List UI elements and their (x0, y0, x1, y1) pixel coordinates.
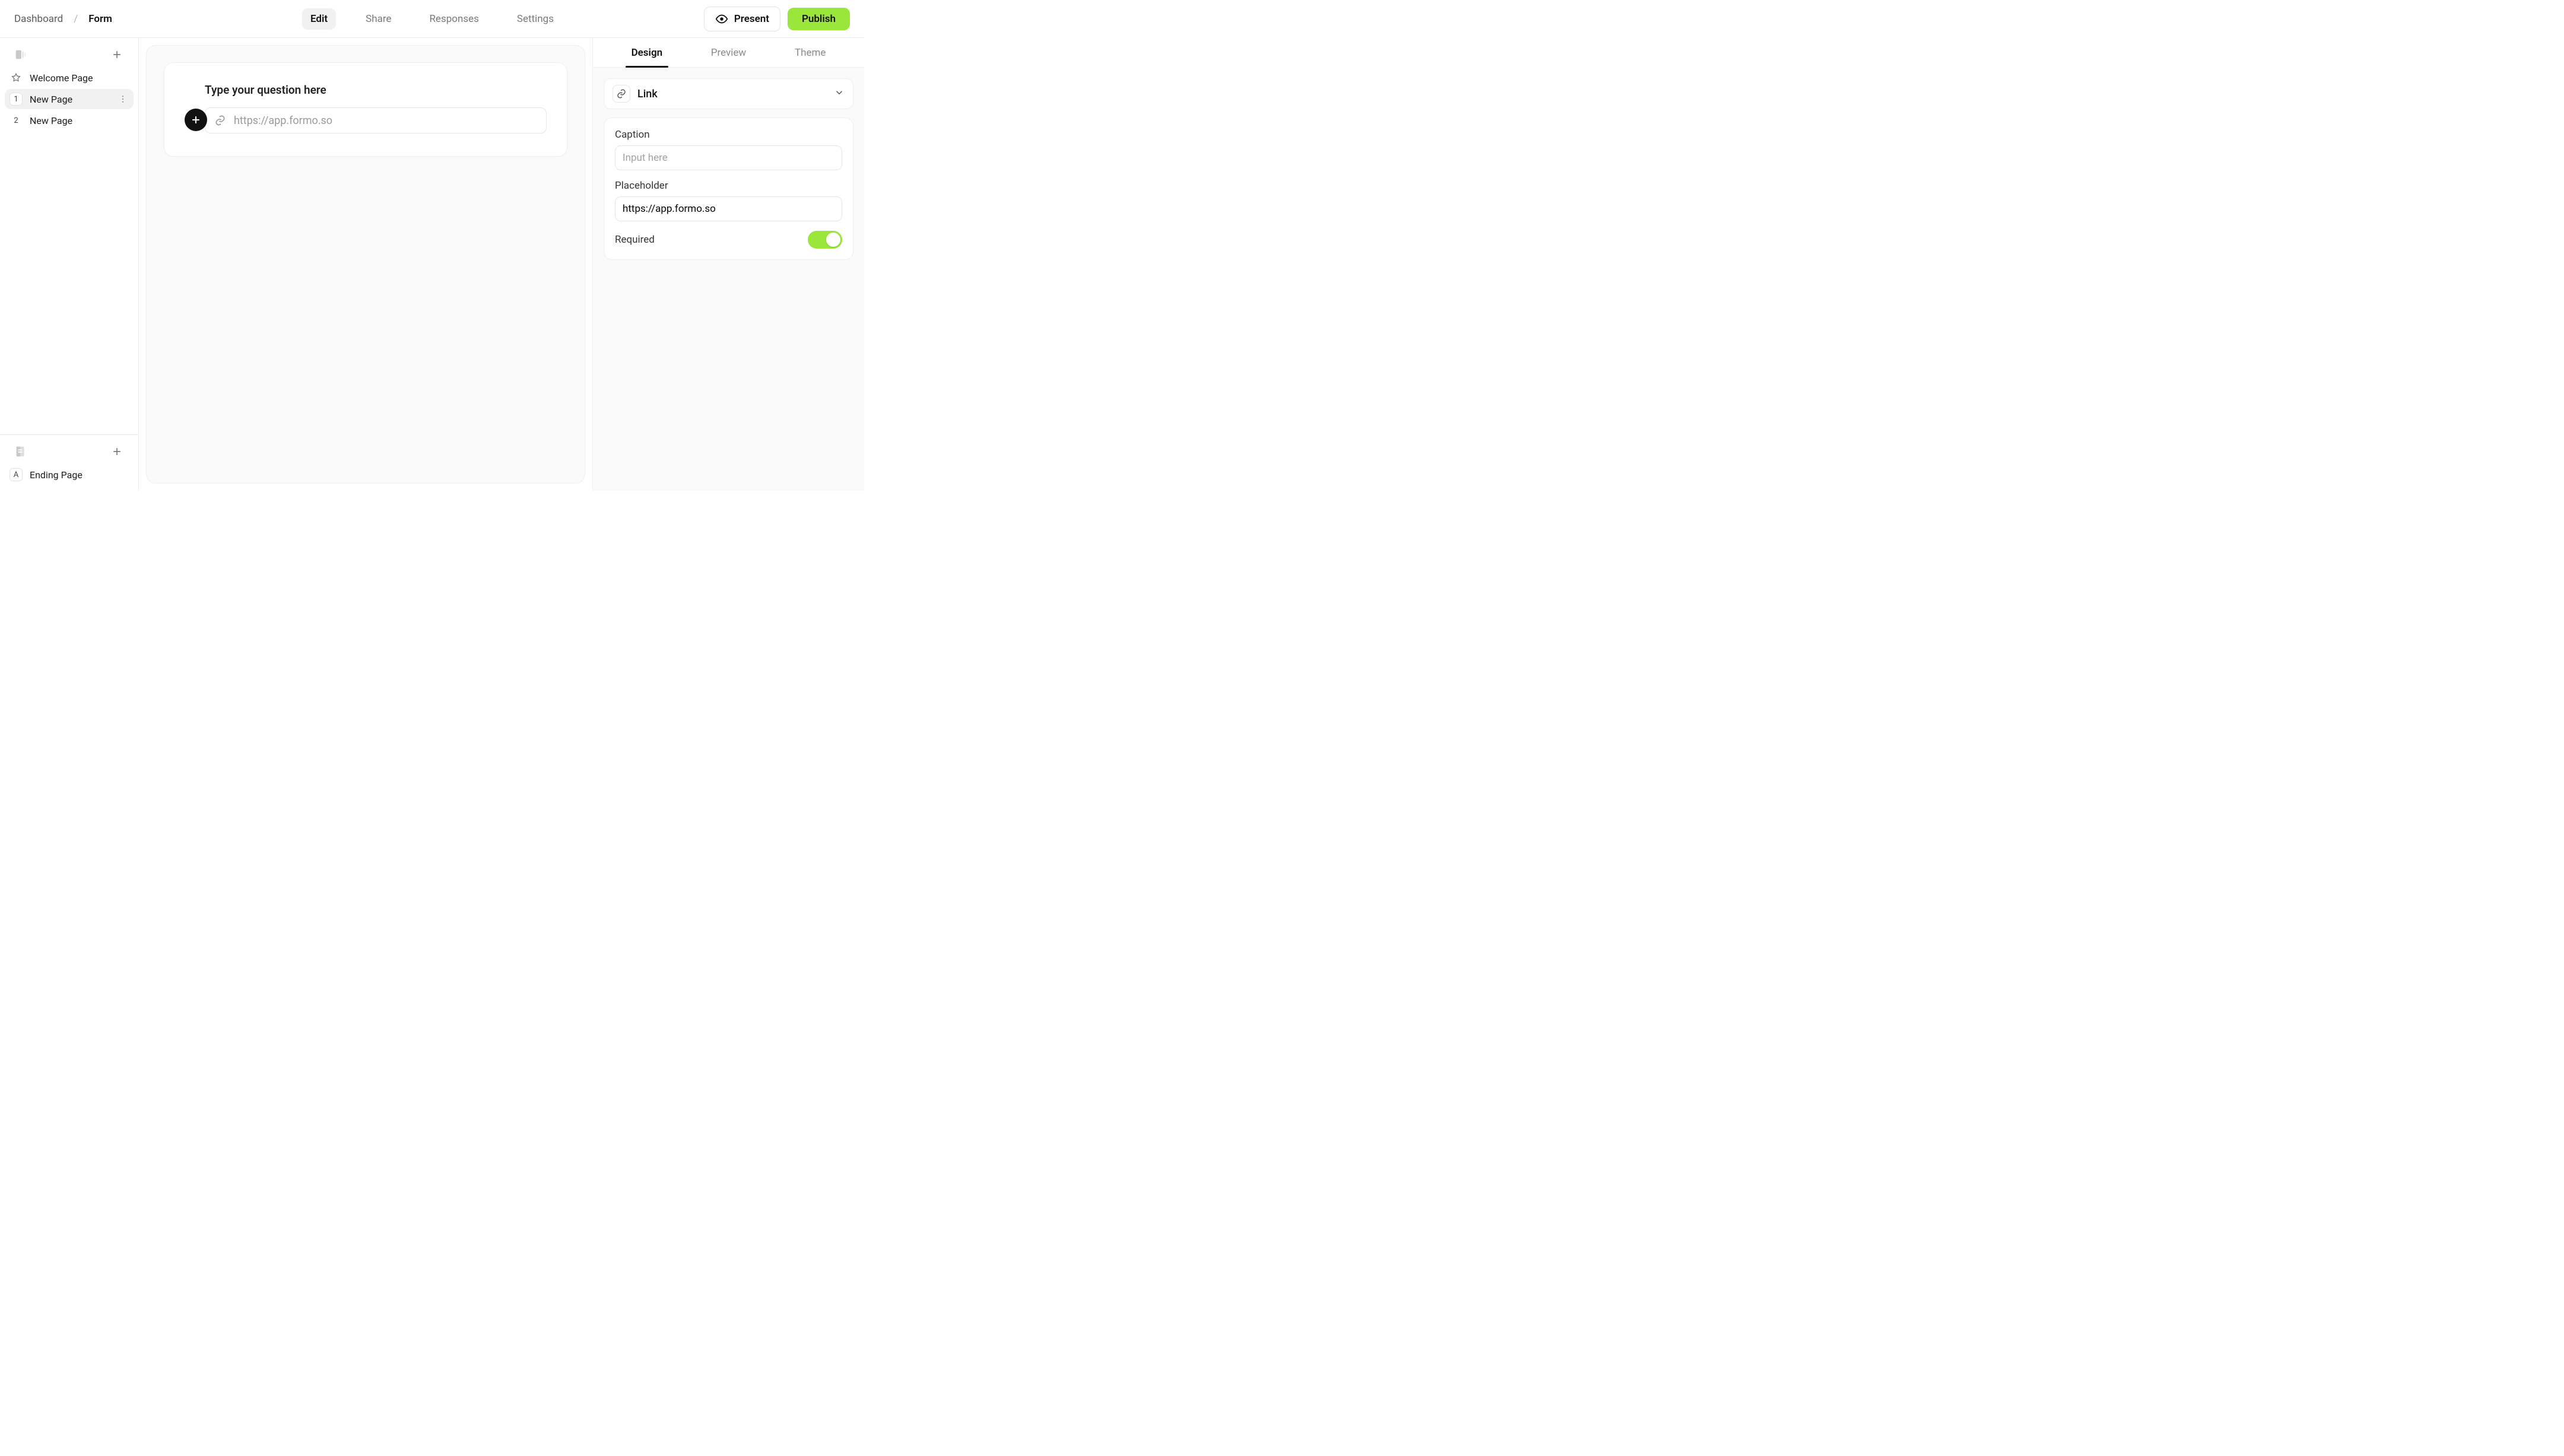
tab-theme[interactable]: Theme (769, 38, 851, 67)
question-card[interactable]: Type your question here https://app.form… (164, 62, 567, 157)
canvas: Type your question here https://app.form… (146, 45, 585, 484)
right-tabs: Design Preview Theme (593, 38, 864, 68)
sidebar-item-label: Ending Page (30, 469, 82, 481)
sidebar-endings-section: A Ending Page (0, 435, 138, 491)
sidebar-item-page-2[interactable]: 2 New Page (5, 110, 134, 131)
canvas-wrap: Type your question here https://app.form… (139, 38, 592, 491)
design-settings-card: Caption Placeholder Required (604, 117, 853, 260)
placeholder-input[interactable] (615, 196, 842, 221)
page-index-badge: 2 (9, 114, 23, 127)
link-icon (214, 114, 227, 127)
breadcrumb-separator: / (74, 13, 78, 25)
pages-section-icon (14, 48, 27, 61)
page-index-badge: A (9, 468, 23, 481)
link-answer-input[interactable]: https://app.formo.so (205, 107, 547, 133)
header-tabs: Edit Share Responses Settings (302, 8, 562, 30)
tab-responses[interactable]: Responses (421, 8, 487, 30)
top-actions: Present Publish (704, 7, 850, 31)
right-body: Link Caption Placeholder Required (593, 68, 864, 491)
tab-edit[interactable]: Edit (302, 8, 336, 30)
caption-label: Caption (615, 129, 842, 141)
sidebar-item-label: Welcome Page (30, 72, 93, 84)
right-panel: Design Preview Theme Link (592, 38, 864, 491)
caption-row: Caption (615, 129, 842, 170)
required-toggle[interactable] (808, 231, 842, 249)
page-more-button[interactable] (117, 93, 129, 105)
breadcrumb: Dashboard / Form (14, 13, 112, 25)
tab-preview[interactable]: Preview (688, 38, 770, 67)
pages-section-head (5, 42, 134, 65)
tab-design[interactable]: Design (606, 38, 688, 67)
publish-label: Publish (802, 13, 836, 25)
present-button[interactable]: Present (704, 7, 780, 31)
tab-settings[interactable]: Settings (509, 8, 562, 30)
chevron-down-icon (834, 87, 845, 100)
placeholder-row: Placeholder (615, 180, 842, 221)
sidebar-item-welcome[interactable]: Welcome Page (5, 68, 134, 88)
toggle-knob (826, 233, 840, 247)
breadcrumb-dashboard[interactable]: Dashboard (14, 13, 63, 25)
placeholder-label: Placeholder (615, 180, 842, 192)
ending-section-icon (14, 445, 27, 458)
link-icon (613, 85, 630, 103)
required-row: Required (615, 231, 842, 249)
sidebar-item-label: New Page (30, 94, 72, 105)
caption-input[interactable] (615, 145, 842, 170)
add-question-button[interactable] (185, 109, 207, 131)
present-label: Present (734, 13, 769, 25)
sidebar-item-label: New Page (30, 115, 72, 126)
publish-button[interactable]: Publish (788, 8, 850, 30)
question-prompt[interactable]: Type your question here (185, 83, 547, 97)
star-icon (9, 71, 23, 84)
sidebar-pages-section: Welcome Page 1 New Page 2 New Pag (0, 38, 138, 434)
tab-share[interactable]: Share (357, 8, 399, 30)
required-label: Required (615, 234, 655, 246)
field-type-selector[interactable]: Link (604, 78, 853, 109)
add-ending-button[interactable] (110, 444, 124, 459)
link-answer-placeholder: https://app.formo.so (234, 115, 332, 127)
eye-icon (715, 12, 728, 26)
top-bar: Dashboard / Form Edit Share Responses Se… (0, 0, 864, 38)
sidebar-item-ending-a[interactable]: A Ending Page (5, 465, 134, 485)
main-area: Welcome Page 1 New Page 2 New Pag (0, 38, 864, 491)
page-list: Welcome Page 1 New Page 2 New Pag (5, 65, 134, 133)
add-page-button[interactable] (110, 47, 124, 62)
page-index-badge: 1 (9, 93, 23, 106)
field-type-label: Link (637, 88, 658, 100)
sidebar: Welcome Page 1 New Page 2 New Pag (0, 38, 139, 491)
breadcrumb-current: Form (88, 13, 112, 25)
endings-section-head (5, 438, 134, 462)
sidebar-item-page-1[interactable]: 1 New Page (5, 89, 134, 109)
